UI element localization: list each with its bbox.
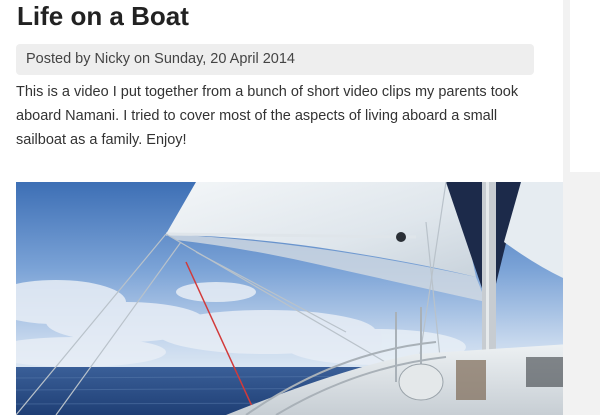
sidebar-widget xyxy=(570,0,600,172)
pole-fitting xyxy=(396,232,406,242)
post-title[interactable]: Life on a Boat xyxy=(17,1,189,32)
sidebar xyxy=(563,0,600,415)
deck-gear xyxy=(456,360,486,400)
video-player[interactable] xyxy=(16,182,600,415)
video-thumbnail[interactable] xyxy=(16,182,600,415)
winch xyxy=(398,363,444,401)
post-body-text: This is a video I put together from a bu… xyxy=(16,84,519,148)
post-meta-bar: Posted by Nicky on Sunday, 20 April 2014 xyxy=(16,44,534,75)
post-meta-text: Posted by Nicky on Sunday, 20 April 2014 xyxy=(26,51,295,67)
main-content: Life on a Boat Posted by Nicky on Sunday… xyxy=(0,0,600,415)
